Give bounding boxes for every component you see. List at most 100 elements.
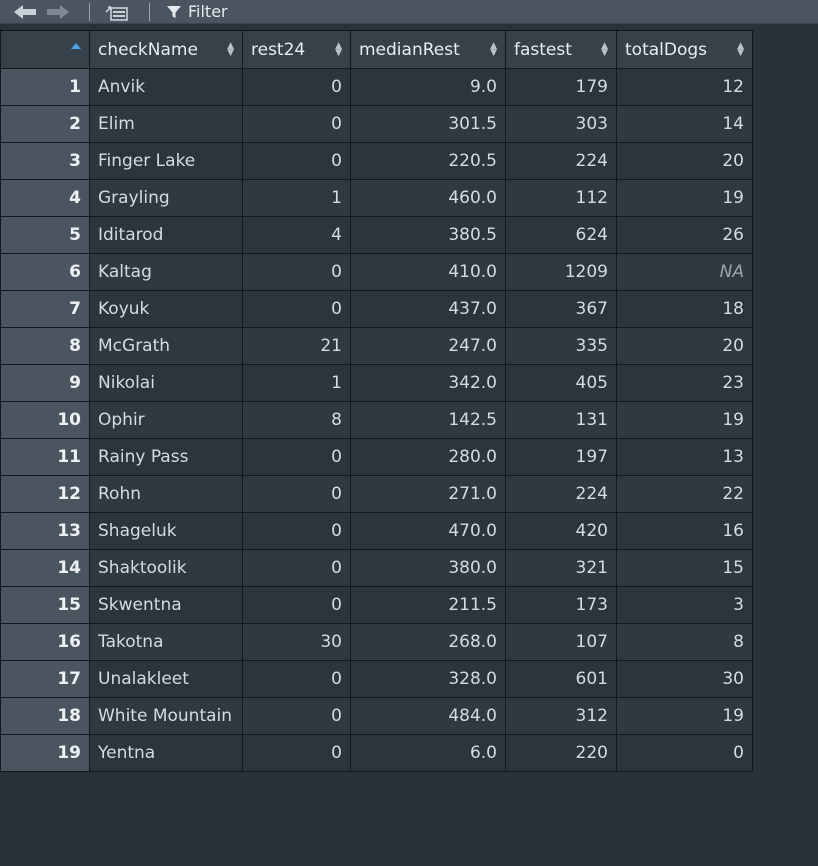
- sort-icon: ▲ ▼: [601, 40, 608, 58]
- cell-checkname: Takotna: [89, 623, 243, 661]
- cell-medianrest: 484.0: [350, 697, 506, 735]
- row-number: 18: [0, 697, 90, 735]
- row-number: 16: [0, 623, 90, 661]
- cell-checkname: Rainy Pass: [89, 438, 243, 476]
- row-number: 3: [0, 142, 90, 180]
- cell-totaldogs: 22: [616, 475, 753, 513]
- cell-checkname: Kaltag: [89, 253, 243, 291]
- cell-medianrest: 410.0: [350, 253, 506, 291]
- row-number: 15: [0, 586, 90, 624]
- funnel-icon: [167, 5, 181, 18]
- filter-button[interactable]: Filter: [166, 1, 228, 22]
- row-number: 14: [0, 549, 90, 587]
- cell-medianrest: 271.0: [350, 475, 506, 513]
- cell-checkname: Koyuk: [89, 290, 243, 328]
- cell-medianrest: 470.0: [350, 512, 506, 550]
- cell-checkname: Yentna: [89, 734, 243, 772]
- cell-totaldogs: 13: [616, 438, 753, 476]
- cell-medianrest: 9.0: [350, 68, 506, 106]
- table-row[interactable]: 4 Grayling 1 460.0 112 19: [0, 179, 753, 217]
- column-header-label: totalDogs: [625, 39, 708, 60]
- cell-medianrest: 380.5: [350, 216, 506, 254]
- table-row[interactable]: 10 Ophir 8 142.5 131 19: [0, 401, 753, 439]
- cell-totaldogs: 20: [616, 327, 753, 365]
- column-header-checkname[interactable]: checkName ▲ ▼: [89, 30, 243, 69]
- cell-totaldogs: 0: [616, 734, 753, 772]
- cell-checkname: Anvik: [89, 68, 243, 106]
- cell-medianrest: 460.0: [350, 179, 506, 217]
- cell-rest24: 21: [242, 327, 351, 365]
- cell-checkname: Elim: [89, 105, 243, 143]
- table-row[interactable]: 3 Finger Lake 0 220.5 224 20: [0, 142, 753, 180]
- cell-rest24: 4: [242, 216, 351, 254]
- table-row[interactable]: 9 Nikolai 1 342.0 405 23: [0, 364, 753, 402]
- cell-totaldogs: 15: [616, 549, 753, 587]
- table-row[interactable]: 16 Takotna 30 268.0 107 8: [0, 623, 753, 661]
- table-row[interactable]: 1 Anvik 0 9.0 179 12: [0, 68, 753, 106]
- column-header-fastest[interactable]: fastest ▲ ▼: [505, 30, 617, 69]
- column-header-medianrest[interactable]: medianRest ▲ ▼: [350, 30, 506, 69]
- cell-rest24: 0: [242, 697, 351, 735]
- cell-rest24: 0: [242, 734, 351, 772]
- table-row[interactable]: 8 McGrath 21 247.0 335 20: [0, 327, 753, 365]
- table-row[interactable]: 15 Skwentna 0 211.5 173 3: [0, 586, 753, 624]
- data-table: checkName ▲ ▼ rest24 ▲ ▼ medianRest ▲ ▼ fastes…: [0, 30, 753, 772]
- cell-totaldogs: 19: [616, 179, 753, 217]
- forward-button[interactable]: [44, 3, 72, 21]
- cell-fastest: 107: [505, 623, 617, 661]
- toolbar-divider: [149, 3, 150, 21]
- cell-checkname: Rohn: [89, 475, 243, 513]
- cell-fastest: 197: [505, 438, 617, 476]
- cell-totaldogs: 18: [616, 290, 753, 328]
- cell-fastest: 405: [505, 364, 617, 402]
- cell-fastest: 420: [505, 512, 617, 550]
- cell-fastest: 224: [505, 142, 617, 180]
- header-row: checkName ▲ ▼ rest24 ▲ ▼ medianRest ▲ ▼ fastes…: [0, 30, 753, 69]
- popout-button[interactable]: [104, 3, 130, 21]
- cell-totaldogs: 26: [616, 216, 753, 254]
- toolbar: Filter: [0, 0, 818, 24]
- table-row[interactable]: 18 White Mountain 0 484.0 312 19: [0, 697, 753, 735]
- column-header-label: checkName: [98, 39, 198, 60]
- table-row[interactable]: 7 Koyuk 0 437.0 367 18: [0, 290, 753, 328]
- cell-checkname: Shageluk: [89, 512, 243, 550]
- column-header-label: rest24: [251, 39, 306, 60]
- cell-fastest: 173: [505, 586, 617, 624]
- row-number: 12: [0, 475, 90, 513]
- cell-checkname: Iditarod: [89, 216, 243, 254]
- table-row[interactable]: 6 Kaltag 0 410.0 1209 NA: [0, 253, 753, 291]
- column-header-label: fastest: [514, 39, 572, 60]
- cell-rest24: 30: [242, 623, 351, 661]
- table-row[interactable]: 2 Elim 0 301.5 303 14: [0, 105, 753, 143]
- table-row[interactable]: 13 Shageluk 0 470.0 420 16: [0, 512, 753, 550]
- cell-checkname: Skwentna: [89, 586, 243, 624]
- table-row[interactable]: 19 Yentna 0 6.0 220 0: [0, 734, 753, 772]
- cell-medianrest: 142.5: [350, 401, 506, 439]
- column-header-totaldogs[interactable]: totalDogs ▲ ▼: [616, 30, 753, 69]
- table-row[interactable]: 5 Iditarod 4 380.5 624 26: [0, 216, 753, 254]
- back-button[interactable]: [12, 3, 38, 21]
- arrow-right-icon: [47, 5, 69, 19]
- row-index-header[interactable]: [0, 30, 90, 69]
- table-row[interactable]: 14 Shaktoolik 0 380.0 321 15: [0, 549, 753, 587]
- table-row[interactable]: 17 Unalakleet 0 328.0 601 30: [0, 660, 753, 698]
- cell-fastest: 335: [505, 327, 617, 365]
- cell-medianrest: 268.0: [350, 623, 506, 661]
- cell-totaldogs: 16: [616, 512, 753, 550]
- cell-rest24: 0: [242, 142, 351, 180]
- cell-totaldogs: 8: [616, 623, 753, 661]
- cell-fastest: 220: [505, 734, 617, 772]
- cell-medianrest: 342.0: [350, 364, 506, 402]
- column-header-rest24[interactable]: rest24 ▲ ▼: [242, 30, 351, 69]
- row-number: 10: [0, 401, 90, 439]
- cell-totaldogs: NA: [616, 253, 753, 291]
- cell-fastest: 321: [505, 549, 617, 587]
- cell-rest24: 8: [242, 401, 351, 439]
- table-row[interactable]: 11 Rainy Pass 0 280.0 197 13: [0, 438, 753, 476]
- table-row[interactable]: 12 Rohn 0 271.0 224 22: [0, 475, 753, 513]
- cell-rest24: 0: [242, 475, 351, 513]
- cell-checkname: Grayling: [89, 179, 243, 217]
- cell-checkname: White Mountain: [89, 697, 243, 735]
- cell-checkname: Nikolai: [89, 364, 243, 402]
- cell-totaldogs: 23: [616, 364, 753, 402]
